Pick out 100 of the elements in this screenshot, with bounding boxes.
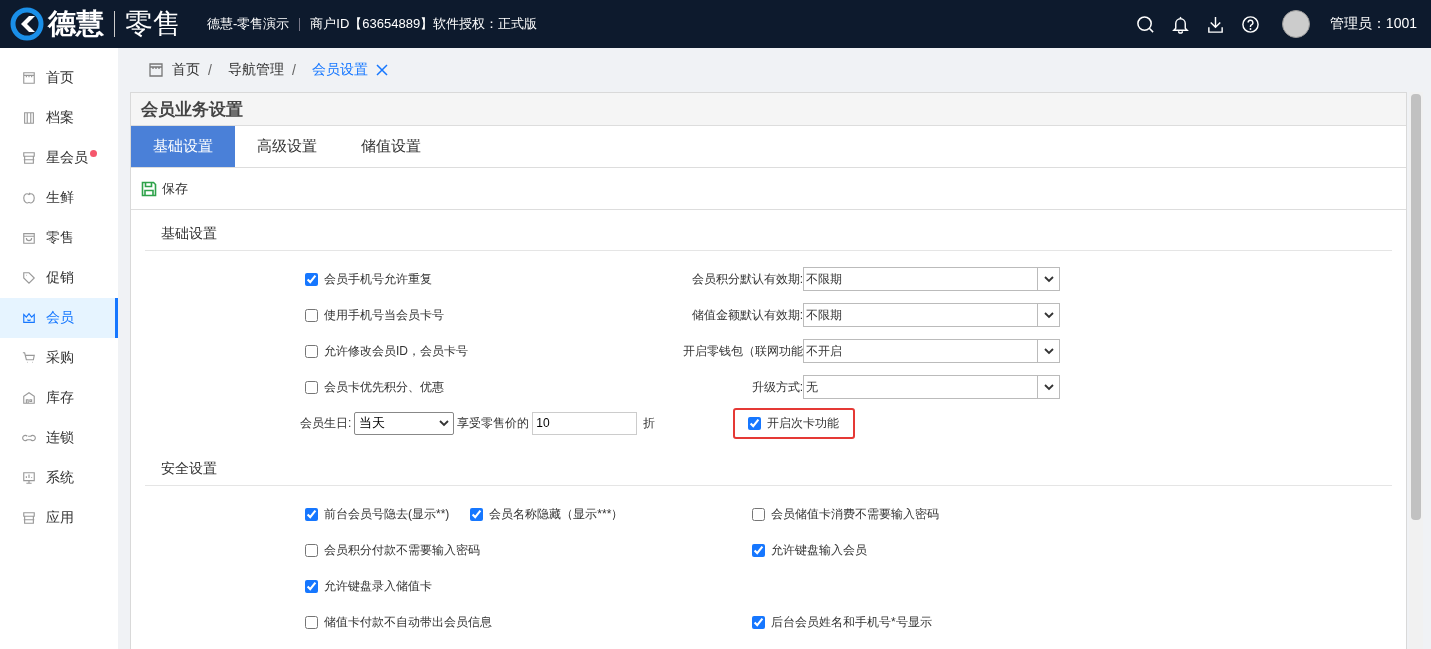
chevron-down-icon: [439, 419, 450, 427]
sidebar-label: 首页: [46, 69, 74, 87]
brand-name: 德慧: [48, 7, 104, 41]
store-icon[interactable]: [148, 62, 164, 78]
breadcrumb-separator: /: [291, 62, 296, 78]
field-label: 会员积分默认有效期:: [691, 270, 803, 288]
option-label: 会员卡优先积分、优惠: [324, 378, 444, 396]
sidebar-label: 采购: [46, 349, 74, 367]
birthday-select[interactable]: 当天: [354, 411, 455, 435]
download-icon[interactable]: [1205, 14, 1225, 34]
sidebar-item[interactable]: 促销: [0, 258, 118, 298]
sidebar-item[interactable]: 生鲜: [0, 178, 118, 218]
checkbox[interactable]: [305, 380, 318, 394]
logo-icon: [10, 7, 44, 41]
tab[interactable]: 基础设置: [131, 126, 235, 167]
sidebar-item[interactable]: 系统: [0, 458, 118, 498]
bag-icon: [22, 231, 36, 245]
section-title: 基础设置: [145, 211, 1392, 251]
sidebar-label: 促销: [46, 269, 74, 287]
floppy-disk-icon: [141, 180, 157, 197]
help-icon[interactable]: [1240, 14, 1260, 34]
checkbox[interactable]: [305, 507, 318, 521]
breadcrumb-link[interactable]: 首页: [172, 61, 200, 79]
option-label: 会员手机号允许重复: [324, 270, 432, 288]
sidebar-label: 零售: [46, 229, 74, 247]
book-icon: [22, 111, 36, 125]
bell-icon[interactable]: [1170, 14, 1190, 34]
store-icon: [22, 71, 36, 85]
panel-title: 会员业务设置: [131, 93, 1406, 126]
sidebar-label: 应用: [46, 509, 74, 527]
save-button[interactable]: 保存: [141, 179, 188, 198]
breadcrumb-link[interactable]: 会员设置: [311, 61, 368, 79]
sidebar-item[interactable]: 零售: [0, 218, 118, 258]
option-label: 会员积分付款不需要输入密码: [324, 541, 480, 559]
scrollbar[interactable]: [1409, 92, 1423, 649]
chevron-down-icon: [1043, 311, 1054, 319]
sidebar-item[interactable]: 会员: [0, 298, 118, 338]
dropdown[interactable]: 不开启: [803, 339, 1060, 363]
tag-icon: [22, 271, 36, 285]
sidebar-item[interactable]: 星会员: [0, 138, 118, 178]
field-label: 开启零钱包（联网功能: [683, 342, 803, 360]
chevron-down-icon: [1043, 383, 1054, 391]
sidebar-item[interactable]: 应用: [0, 498, 118, 538]
sidebar-item[interactable]: 连锁: [0, 418, 118, 458]
checkbox[interactable]: [305, 579, 318, 593]
checkbox[interactable]: [470, 507, 484, 521]
option-label: 后台会员姓名和手机号*号显示: [771, 613, 932, 631]
discount-input[interactable]: 10: [532, 411, 638, 435]
field-label: 升级方式:: [751, 378, 803, 396]
search-icon[interactable]: [1135, 14, 1155, 34]
field-label: 储值金额默认有效期:: [691, 306, 803, 324]
product-name: 零售: [125, 7, 181, 41]
sidebar-label: 会员: [46, 309, 74, 327]
sidebar-label: 系统: [46, 469, 74, 487]
dropdown[interactable]: 不限期: [803, 303, 1060, 327]
dropdown[interactable]: 不限期: [803, 267, 1060, 291]
option-label: 使用手机号当会员卡号: [324, 306, 444, 324]
checkbox[interactable]: [752, 543, 765, 557]
breadcrumb-link[interactable]: 导航管理: [227, 61, 284, 79]
breadcrumb-separator: /: [208, 62, 212, 78]
checkbox[interactable]: [305, 543, 318, 557]
chevron-down-icon: [1043, 275, 1054, 283]
checkbox[interactable]: [752, 615, 765, 629]
checkbox[interactable]: [305, 615, 318, 629]
checkbox[interactable]: [305, 308, 318, 322]
checkbox[interactable]: [305, 272, 318, 286]
option-label: 会员名称隐藏（显示***）: [489, 505, 624, 523]
monitor-icon: [22, 471, 36, 485]
option-label: 允许键盘录入储值卡: [324, 577, 432, 595]
user-avatar[interactable]: [1281, 10, 1310, 38]
license-info: 商户ID【63654889】软件授权：正式版: [310, 15, 538, 33]
sidebar-label: 生鲜: [46, 189, 74, 207]
option-label: 允许修改会员ID，会员卡号: [324, 342, 468, 360]
option-label: 储值卡付款不自动带出会员信息: [324, 613, 492, 631]
sidebar-item[interactable]: 档案: [0, 98, 118, 138]
sidebar-label: 档案: [46, 109, 74, 127]
house-icon: [22, 391, 36, 405]
user-name[interactable]: 管理员：1001: [1329, 15, 1417, 33]
sidebar-item[interactable]: 首页: [0, 58, 118, 98]
checkbox[interactable]: [748, 416, 761, 430]
crown-icon: [22, 311, 36, 325]
sidebar-item[interactable]: 库存: [0, 378, 118, 418]
sidebar-label: 库存: [46, 389, 74, 407]
field-label: 享受零售价的: [457, 414, 530, 432]
box-icon: [22, 511, 36, 525]
option-label: 会员储值卡消费不需要输入密码: [771, 505, 939, 523]
sidebar-label: 星会员: [46, 149, 88, 167]
unit-label: 折: [643, 414, 656, 432]
field-label: 会员生日:: [300, 414, 352, 432]
apple-icon: [22, 191, 36, 205]
chevron-down-icon: [1043, 347, 1054, 355]
close-icon[interactable]: [375, 64, 388, 76]
section-title: 安全设置: [145, 446, 1392, 486]
dropdown[interactable]: 无: [803, 375, 1060, 399]
cart-icon: [22, 351, 36, 365]
checkbox[interactable]: [305, 344, 318, 358]
sidebar-item[interactable]: 采购: [0, 338, 118, 378]
store-name: 德慧-零售演示: [207, 15, 290, 33]
checkbox[interactable]: [752, 507, 765, 521]
sidebar-label: 连锁: [46, 429, 74, 447]
